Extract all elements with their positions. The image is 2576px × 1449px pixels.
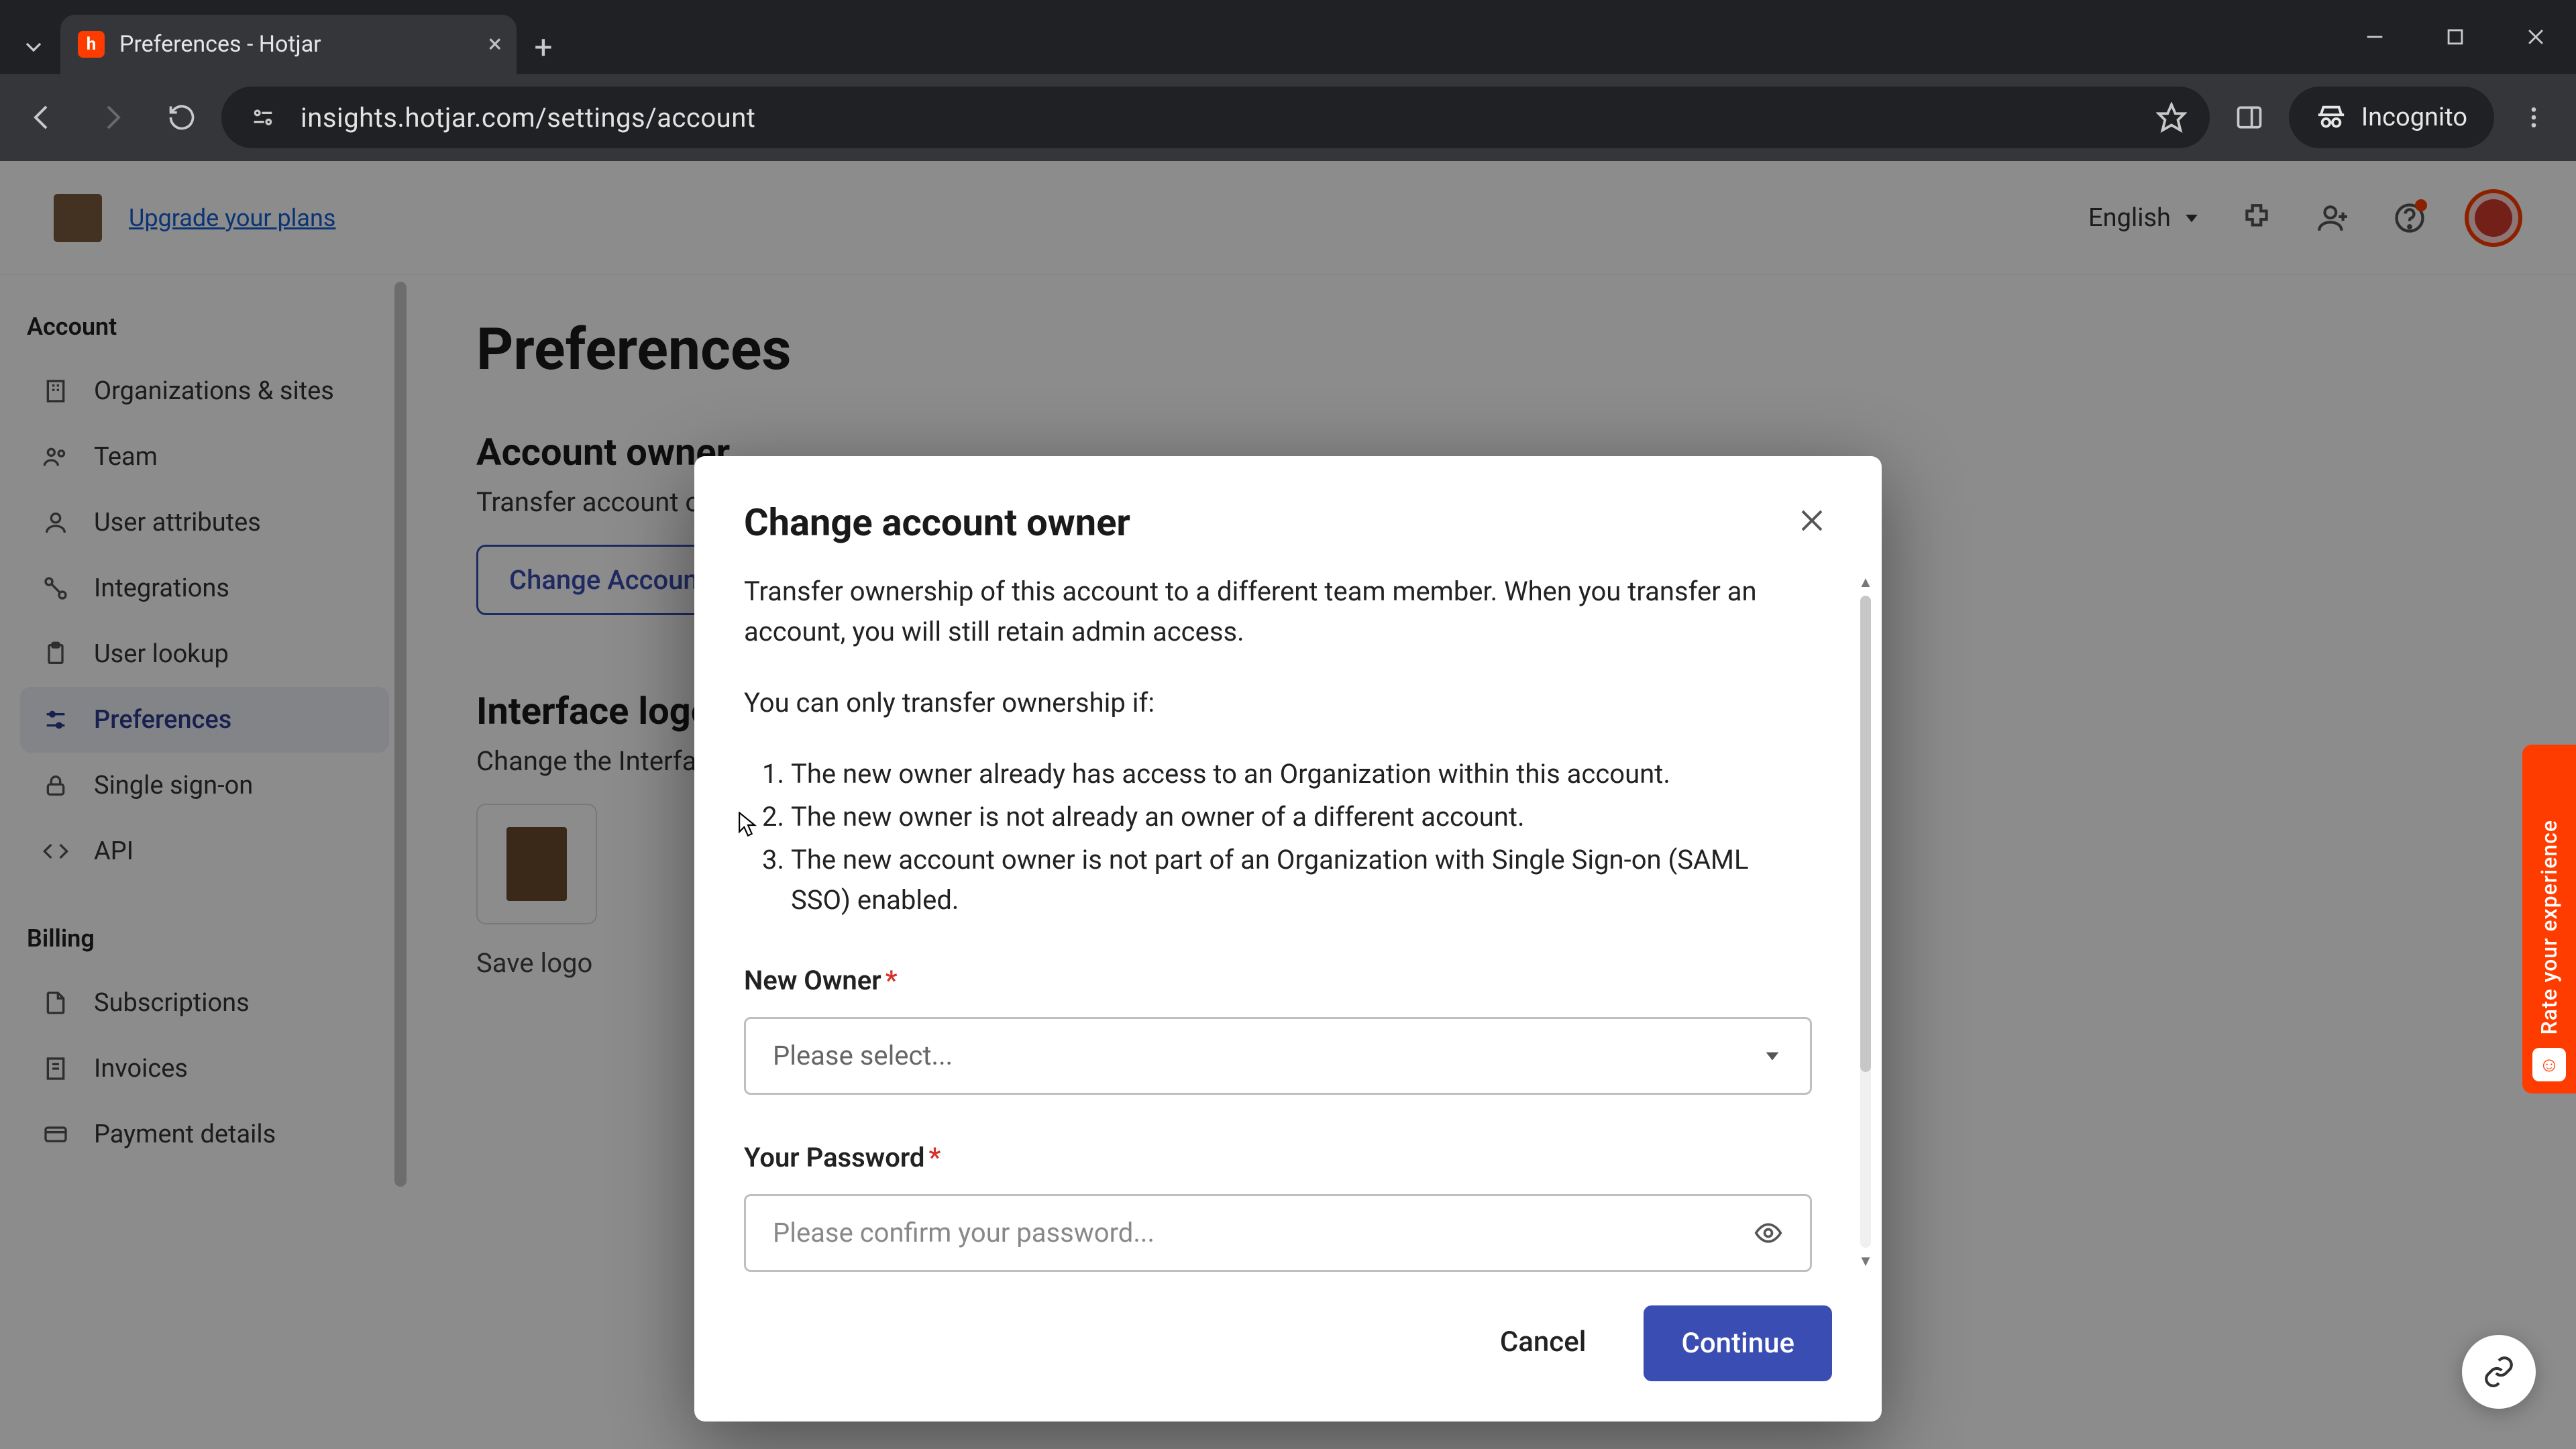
- tab-title: Preferences - Hotjar: [119, 31, 321, 58]
- continue-button[interactable]: Continue: [1644, 1305, 1832, 1381]
- incognito-chip[interactable]: Incognito: [2289, 87, 2494, 148]
- browser-tab-active[interactable]: h Preferences - Hotjar ×: [60, 15, 517, 74]
- nav-reload-button[interactable]: [152, 87, 212, 148]
- tab-close-icon[interactable]: ×: [488, 32, 502, 57]
- scroll-down-icon[interactable]: ▼: [1856, 1250, 1875, 1272]
- nav-forward-button[interactable]: [82, 87, 142, 148]
- modal-intro-text: Transfer ownership of this account to a …: [744, 572, 1812, 652]
- new-tab-button[interactable]: +: [517, 20, 570, 74]
- hotjar-favicon-icon: h: [78, 31, 105, 58]
- modal-conditions-list: The new owner already has access to an O…: [744, 754, 1812, 920]
- modal-title: Change account owner: [744, 500, 1130, 545]
- browser-toolbar: insights.hotjar.com/settings/account Inc…: [0, 74, 2576, 161]
- window-minimize-button[interactable]: [2334, 0, 2415, 74]
- link-icon: [2482, 1355, 2516, 1389]
- url-text: insights.hotjar.com/settings/account: [301, 102, 755, 133]
- feedback-tab[interactable]: Rate your experience ☺: [2522, 745, 2576, 1093]
- link-fab[interactable]: [2462, 1335, 2536, 1409]
- password-label: Your Password*: [744, 1138, 1812, 1178]
- close-icon: [1796, 504, 1828, 537]
- incognito-label: Incognito: [2361, 103, 2467, 132]
- side-panel-button[interactable]: [2219, 87, 2279, 148]
- browser-menu-button[interactable]: [2504, 87, 2564, 148]
- new-owner-select[interactable]: Please select...: [744, 1017, 1812, 1095]
- show-password-icon[interactable]: [1754, 1218, 1783, 1248]
- password-placeholder: Please confirm your password...: [773, 1213, 1155, 1253]
- new-owner-label: New Owner*: [744, 961, 1812, 1001]
- modal-body: Transfer ownership of this account to a …: [744, 572, 1832, 1272]
- modal-scrollbar[interactable]: ▲ ▼: [1856, 572, 1875, 1272]
- modal-condition-item: The new owner is not already an owner of…: [791, 797, 1812, 837]
- nav-back-button[interactable]: [12, 87, 72, 148]
- site-info-icon[interactable]: [244, 99, 282, 136]
- bookmark-star-icon[interactable]: [2156, 102, 2187, 133]
- feedback-label: Rate your experience: [2536, 820, 2562, 1034]
- window-maximize-button[interactable]: [2415, 0, 2496, 74]
- change-owner-modal: Change account owner Transfer ownership …: [694, 456, 1882, 1421]
- new-owner-placeholder: Please select...: [773, 1036, 953, 1076]
- browser-titlebar: h Preferences - Hotjar × +: [0, 0, 2576, 74]
- modal-conditions-lead: You can only transfer ownership if:: [744, 683, 1812, 723]
- window-close-button[interactable]: [2496, 0, 2576, 74]
- incognito-icon: [2316, 102, 2347, 133]
- modal-close-button[interactable]: [1792, 500, 1832, 541]
- modal-condition-item: The new owner already has access to an O…: [791, 754, 1812, 794]
- cancel-button[interactable]: Cancel: [1469, 1305, 1617, 1381]
- tab-search-button[interactable]: [7, 20, 60, 74]
- address-bar[interactable]: insights.hotjar.com/settings/account: [221, 87, 2210, 148]
- password-input[interactable]: Please confirm your password...: [744, 1194, 1812, 1272]
- caret-down-icon: [1762, 1045, 1783, 1067]
- scroll-up-icon[interactable]: ▲: [1856, 572, 1875, 593]
- feedback-bot-icon: ☺: [2532, 1048, 2566, 1081]
- modal-condition-item: The new account owner is not part of an …: [791, 840, 1812, 920]
